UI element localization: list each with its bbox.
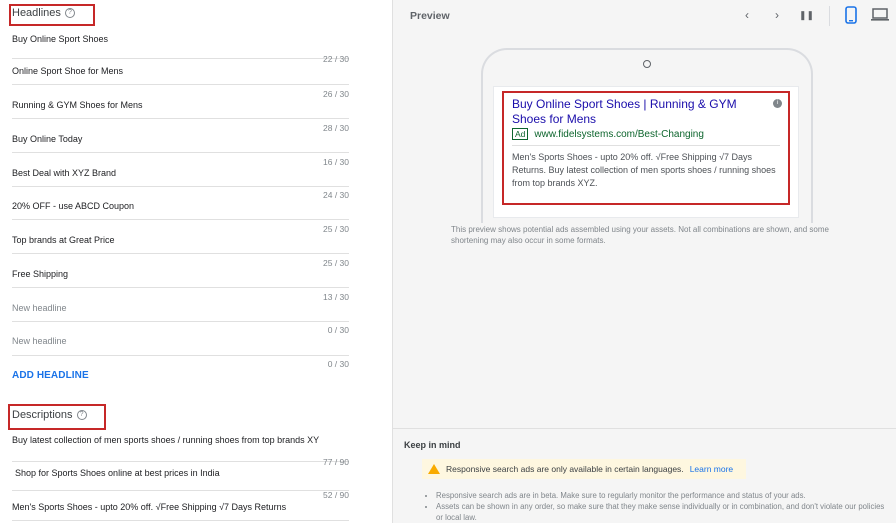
ad-headline[interactable]: Buy Online Sport Shoes | Running & GYM S… xyxy=(512,97,762,127)
headline-field-1[interactable]: Buy Online Sport Shoes 22 / 30 xyxy=(12,32,349,64)
phone-frame: Buy Online Sport Shoes | Running & GYM S… xyxy=(481,48,813,223)
headline-text: Best Deal with XYZ Brand xyxy=(12,168,117,178)
preview-title: Preview xyxy=(410,10,450,22)
headline-field-8[interactable]: Free Shipping xyxy=(12,262,349,288)
headline-field-5[interactable]: Best Deal with XYZ Brand xyxy=(12,161,349,187)
char-counter: 0 / 30 xyxy=(327,359,349,369)
headline-text: Buy Online Today xyxy=(12,134,83,144)
highlight-box xyxy=(9,4,95,26)
description-field-2[interactable]: Shop for Sports Shoes online at best pri… xyxy=(12,462,349,491)
ad-badge: Ad xyxy=(512,128,529,140)
headline-text: Top brands at Great Price xyxy=(12,235,115,245)
headline-field-3[interactable]: Running & GYM Shoes for Mens xyxy=(12,93,349,119)
warning-text: Responsive search ads are only available… xyxy=(446,464,684,474)
ad-description: Men's Sports Shoes - upto 20% off. √Free… xyxy=(512,152,776,188)
headline-placeholder: New headline xyxy=(12,303,67,313)
headline-text: Running & GYM Shoes for Mens xyxy=(12,100,143,110)
headline-text: Buy Online Sport Shoes xyxy=(12,34,109,44)
chevron-right-icon[interactable]: › xyxy=(770,8,784,22)
description-text: Buy latest collection of men sports shoe… xyxy=(12,435,320,445)
camera-icon xyxy=(643,60,651,68)
language-warning: Responsive search ads are only available… xyxy=(422,459,746,479)
info-icon[interactable]: i xyxy=(773,99,782,108)
headline-field-2[interactable]: Online Sport Shoe for Mens xyxy=(12,59,349,85)
preview-panel: Preview ‹ › ❚❚ Buy Online Sport Shoes | … xyxy=(392,0,896,523)
headline-text: 20% OFF - use ABCD Coupon xyxy=(12,201,135,211)
desktop-device-icon[interactable] xyxy=(871,8,889,22)
phone-screen: Buy Online Sport Shoes | Running & GYM S… xyxy=(493,86,799,218)
learn-more-link[interactable]: Learn more xyxy=(690,464,733,474)
headline-field-7[interactable]: Top brands at Great Price xyxy=(12,228,349,254)
description-text: Shop for Sports Shoes online at best pri… xyxy=(15,468,220,478)
list-item: Responsive search ads are in beta. Make … xyxy=(436,490,886,501)
headline-field-9[interactable]: New headline xyxy=(12,296,349,322)
add-headline-button[interactable]: ADD HEADLINE xyxy=(12,370,89,381)
divider xyxy=(393,428,896,429)
keep-in-mind-title: Keep in mind xyxy=(404,440,461,450)
description-field-3[interactable]: Men's Sports Shoes - upto 20% off. √Free… xyxy=(12,494,349,521)
divider xyxy=(829,6,830,26)
mobile-device-icon[interactable] xyxy=(844,6,858,24)
preview-note: This preview shows potential ads assembl… xyxy=(451,225,829,245)
headline-text: Online Sport Shoe for Mens xyxy=(12,66,124,76)
tips-list: Responsive search ads are in beta. Make … xyxy=(426,490,886,523)
warning-icon xyxy=(428,464,440,474)
ad-preview-card[interactable]: Buy Online Sport Shoes | Running & GYM S… xyxy=(502,91,790,205)
description-field-1[interactable]: Buy latest collection of men sports shoe… xyxy=(12,432,349,467)
headline-field-6[interactable]: 20% OFF - use ABCD Coupon xyxy=(12,194,349,220)
pause-icon[interactable]: ❚❚ xyxy=(799,8,814,22)
assets-panel: Headlines ? Buy Online Sport Shoes 22 / … xyxy=(0,0,392,523)
headline-field-4[interactable]: Buy Online Today xyxy=(12,127,349,153)
headline-text: Free Shipping xyxy=(12,269,69,279)
ad-display-url[interactable]: www.fidelsystems.com/Best-Changing xyxy=(534,129,704,140)
headline-placeholder: New headline xyxy=(12,336,67,346)
highlight-box xyxy=(8,404,106,430)
list-item: Assets can be shown in any order, so mak… xyxy=(436,501,886,523)
headline-field-10[interactable]: New headline xyxy=(12,330,349,356)
description-text: Men's Sports Shoes - upto 20% off. √Free… xyxy=(12,502,287,512)
ad-url-row: Ad www.fidelsystems.com/Best-Changing xyxy=(512,128,780,146)
chevron-left-icon[interactable]: ‹ xyxy=(740,8,754,22)
